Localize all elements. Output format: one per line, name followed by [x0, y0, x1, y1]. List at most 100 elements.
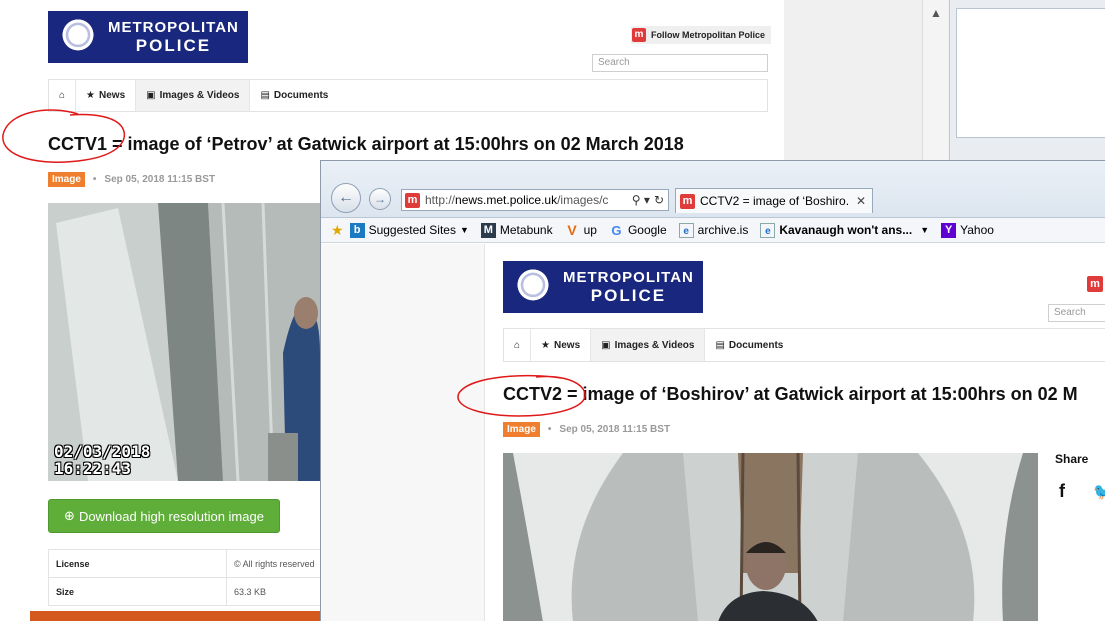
follow-button[interactable]: m Follow Metropolitan Police	[631, 26, 772, 44]
license-value: © All rights reserved	[226, 549, 323, 578]
ie-page-icon: e	[678, 222, 694, 238]
ie-page-icon: e	[760, 222, 776, 238]
red-annotation-circle	[457, 374, 586, 417]
nav-documents[interactable]: ▤ Documents	[705, 329, 793, 361]
cctv2-image[interactable]	[503, 453, 1038, 621]
cctv1-timestamp: 02/03/2018 16:22:43	[54, 443, 150, 477]
download-label: Download high resolution image	[78, 508, 264, 524]
favorites-bar: ★ b Suggested Sites ▼ M Metabunk Vup G Googl…	[321, 218, 1105, 243]
tab-title: CCTV2 = image of ‘Boshiro...	[700, 194, 850, 208]
table-row: License © All rights reserved	[48, 549, 323, 578]
search-input[interactable]: Search	[592, 54, 768, 72]
nav-images-videos[interactable]: ▣ Images & Videos	[136, 80, 251, 111]
fav-yahoo[interactable]: Y Yahoo	[941, 222, 994, 238]
back-button[interactable]: ←	[331, 183, 361, 213]
size-key: Size	[48, 577, 227, 606]
fav-metabunk[interactable]: M Metabunk	[480, 222, 553, 238]
scroll-up-icon[interactable]: ▲	[930, 6, 942, 20]
share-label: Share	[1055, 452, 1089, 466]
post-meta: Image • Sep 05, 2018 11:15 BST	[503, 422, 670, 437]
fav-label: up	[583, 223, 597, 237]
crest-icon	[56, 16, 100, 58]
license-key: License	[48, 549, 227, 578]
nav-news[interactable]: ★ News	[531, 329, 592, 361]
twitter-icon[interactable]: 🐦	[1093, 482, 1105, 502]
post-date: Sep 05, 2018 11:15 BST	[104, 174, 216, 185]
fav-label: Google	[627, 223, 667, 237]
logo-text-line1: METROPOLITAN	[108, 18, 239, 36]
nav-images-videos[interactable]: ▣ Images & Videos	[591, 329, 706, 361]
cctv1-date: 02/03/2018	[54, 442, 151, 461]
table-row: Size 63.3 KB	[48, 577, 323, 606]
chevron-down-icon: ▼	[920, 225, 930, 235]
forward-arrow-icon: →	[374, 192, 386, 206]
fav-kavanaugh[interactable]: e Kavanaugh won't ans... ▼	[760, 222, 930, 238]
logo-text-line1: METROPOLITAN	[563, 268, 694, 286]
met-police-logo[interactable]: METROPOLITAN POLICE	[48, 11, 248, 63]
cctv1-image[interactable]: 02/03/2018 16:22:43	[48, 203, 320, 481]
star-icon: ★	[86, 90, 96, 101]
red-annotation-circle	[2, 109, 126, 163]
follow-m-icon[interactable]: m	[1087, 276, 1103, 292]
home-icon: ⌂	[514, 339, 521, 351]
address-prefix: http://	[425, 193, 456, 207]
search-input[interactable]: Search	[1048, 304, 1105, 322]
met-m-icon: m	[632, 28, 646, 42]
nav-images-label: Images & Videos	[159, 90, 240, 101]
forward-button[interactable]: →	[369, 188, 391, 210]
nav-news-label: News	[99, 90, 126, 101]
camera-icon: ▣	[146, 90, 156, 101]
address-suffix: /images/c	[557, 193, 609, 207]
fav-google[interactable]: G Google	[609, 223, 667, 238]
met-police-logo[interactable]: METROPOLITAN POLICE	[503, 261, 703, 313]
page-title: CCTV1 = image of ‘Petrov’ at Gatwick air…	[48, 134, 684, 155]
back-arrow-icon: ←	[338, 189, 354, 206]
fav-label: Yahoo	[960, 223, 994, 237]
download-button[interactable]: ⊕ Download high resolution image	[48, 499, 280, 533]
main-nav: ⌂ ★ News ▣ Images & Videos ▤ Documents	[503, 328, 1105, 362]
background-window	[949, 0, 1105, 160]
front-browser-window: ← → m http://news.met.police.uk/images/c…	[320, 160, 1105, 621]
post-meta: Image • Sep 05, 2018 11:15 BST	[48, 172, 215, 187]
facebook-icon[interactable]: f	[1059, 481, 1065, 502]
nav-home[interactable]: ⌂	[504, 329, 532, 361]
crest-icon	[511, 266, 555, 308]
home-icon: ⌂	[59, 90, 66, 101]
address-bar[interactable]: m http://news.met.police.uk/images/c ⚲ ▾…	[401, 189, 669, 211]
nav-documents[interactable]: ▤ Documents	[250, 80, 338, 111]
fav-archive[interactable]: e archive.is	[678, 222, 749, 238]
v-icon: V	[567, 221, 577, 238]
back-page-gutter	[0, 0, 30, 621]
favorites-star-icon[interactable]: ★	[331, 222, 344, 239]
browser-tab[interactable]: m CCTV2 = image of ‘Boshiro... ✕	[675, 188, 873, 213]
size-value: 63.3 KB	[226, 577, 323, 606]
download-icon: ⊕	[64, 508, 75, 523]
fav-label: Metabunk	[499, 223, 553, 237]
back-scrollbar[interactable]: ▲	[922, 0, 948, 160]
cctv1-time: 16:22:43	[54, 459, 132, 478]
refresh-icon[interactable]: ↻	[654, 193, 668, 207]
document-icon: ▤	[715, 339, 725, 351]
nav-news-label: News	[554, 339, 581, 351]
footer-bar	[30, 611, 322, 621]
fav-label: archive.is	[697, 223, 749, 237]
logo-text-line2: POLICE	[135, 35, 212, 55]
tab-close-icon[interactable]: ✕	[850, 194, 872, 208]
document-icon: ▤	[260, 90, 270, 101]
fav-suggested-sites[interactable]: b Suggested Sites ▼	[349, 222, 469, 238]
image-tag[interactable]: Image	[503, 422, 540, 437]
follow-label: Follow Metropolitan Police	[651, 30, 766, 40]
front-page-gutter	[321, 244, 485, 621]
post-date: Sep 05, 2018 11:15 BST	[559, 424, 671, 435]
star-icon: ★	[541, 339, 551, 351]
image-tag[interactable]: Image	[48, 172, 85, 187]
search-dropdown-icon[interactable]: ⚲ ▾	[628, 193, 654, 207]
nav-images-label: Images & Videos	[614, 339, 695, 351]
chevron-down-icon: ▼	[459, 225, 469, 235]
cctv1-photo	[48, 203, 320, 481]
tab-favicon: m	[680, 193, 695, 209]
fav-up[interactable]: Vup	[565, 221, 597, 238]
fav-label: Suggested Sites	[368, 223, 456, 237]
browser-chrome: ← → m http://news.met.police.uk/images/c…	[321, 161, 1105, 218]
image-info-table: License © All rights reserved Size 63.3 …	[48, 549, 323, 606]
